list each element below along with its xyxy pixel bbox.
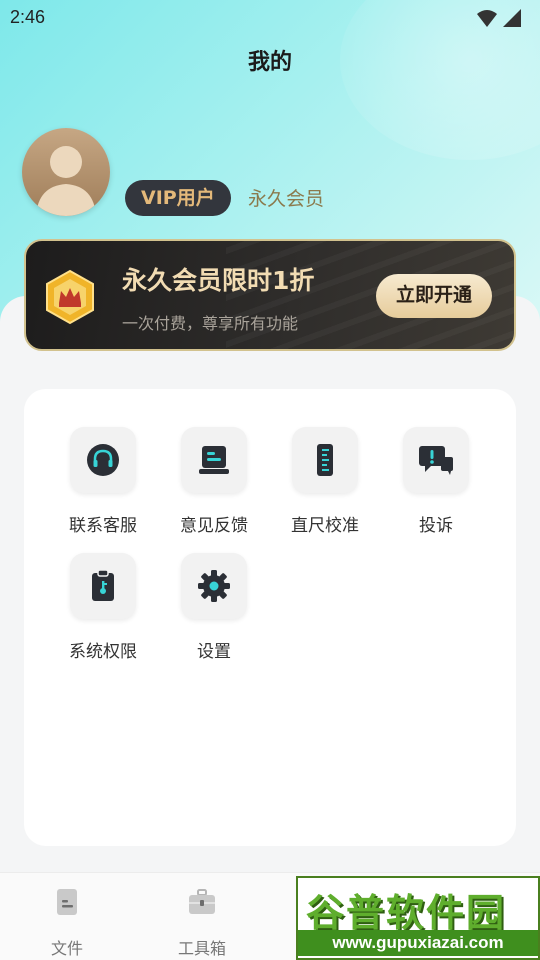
tool-label: 意见反馈 (180, 516, 248, 536)
tool-system-permissions[interactable]: 系统权限 (48, 553, 158, 669)
promo-subtitle: 一次付费，尊享所有功能 (122, 314, 299, 333)
activate-vip-button[interactable]: 立即开通 (376, 274, 492, 318)
tool-feedback[interactable]: 意见反馈 (159, 427, 269, 543)
page-title: 我的 (247, 50, 292, 75)
status-icons (476, 8, 522, 28)
status-time: 2:46 (10, 7, 46, 27)
vip-badge: VIP用户 (125, 180, 231, 216)
ruler-icon (292, 427, 358, 493)
profile-screen: 2:46 我的 VIP用户 永久会员 永久会员限时1折 一次付费，尊享所有功能 … (0, 0, 540, 960)
watermark-url: www.gupuxiazai.com (298, 930, 538, 956)
signal-icon (503, 9, 521, 27)
vip-promo-banner[interactable]: 永久会员限时1折 一次付费，尊享所有功能 立即开通 (24, 239, 516, 351)
tool-label: 系统权限 (69, 642, 137, 662)
nav-item-toolbox[interactable]: 工具箱 (157, 887, 247, 959)
promo-title: 永久会员限时1折 (122, 266, 315, 295)
tool-label: 联系客服 (69, 516, 137, 536)
nav-item-files[interactable]: 文件 (22, 887, 112, 959)
site-watermark: 谷普软件园 www.gupuxiazai.com (296, 876, 540, 960)
feedback-icon (181, 427, 247, 493)
permission-icon (70, 553, 136, 619)
watermark-logo: 谷普软件园 (306, 891, 507, 935)
tool-label: 投诉 (419, 516, 453, 536)
avatar[interactable] (22, 128, 110, 216)
tool-ruler-calibration[interactable]: 直尺校准 (270, 427, 380, 543)
tool-contact-support[interactable]: 联系客服 (48, 427, 158, 543)
file-icon (57, 889, 77, 915)
tools-card: 联系客服 意见反馈 直尺校准 投诉 系统权限 设置 (24, 389, 516, 846)
nav-label: 工具箱 (177, 939, 226, 958)
status-bar: 2:46 (0, 0, 540, 38)
member-type-label: 永久会员 (248, 188, 325, 210)
toolbox-icon (189, 889, 215, 914)
nav-label: 文件 (50, 939, 83, 958)
user-silhouette-icon (36, 146, 96, 216)
tool-label: 设置 (197, 642, 231, 662)
complaint-icon (403, 427, 469, 493)
settings-gear-icon (181, 553, 247, 619)
tool-label: 直尺校准 (291, 516, 359, 536)
crown-badge-icon (46, 269, 94, 325)
headset-icon (70, 427, 136, 493)
tool-settings[interactable]: 设置 (159, 553, 269, 669)
tool-complaint[interactable]: 投诉 (381, 427, 491, 543)
wifi-icon (477, 10, 497, 27)
